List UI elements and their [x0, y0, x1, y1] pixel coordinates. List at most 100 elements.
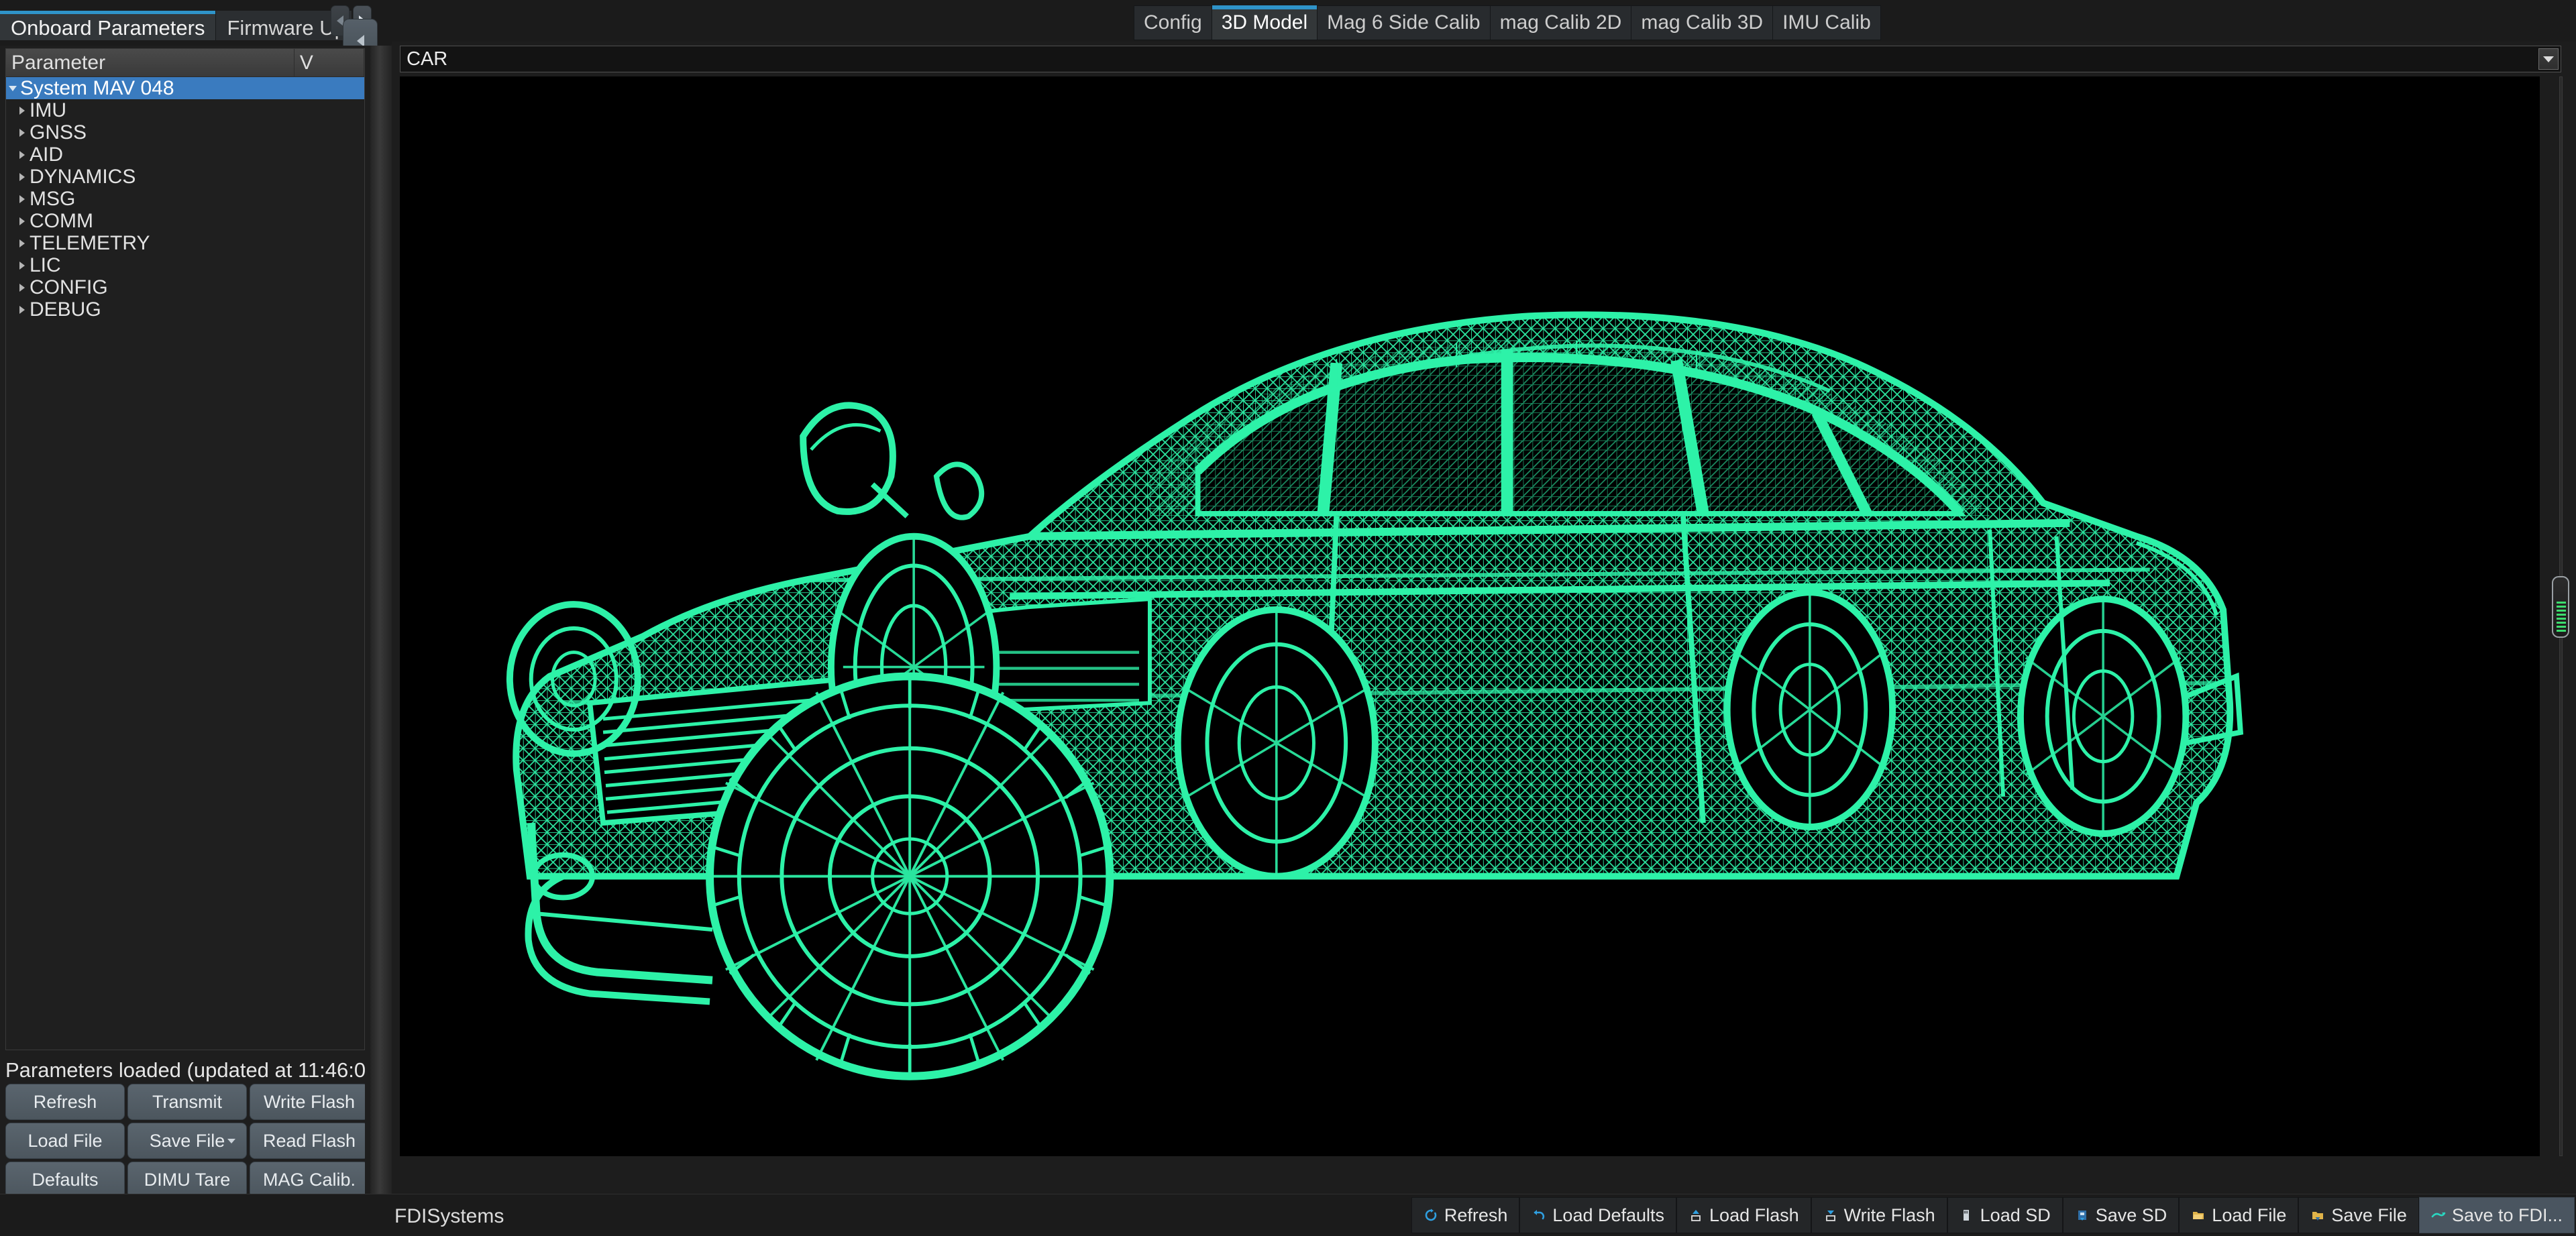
status-save-to-fdi-button[interactable]: Save to FDI... — [2419, 1197, 2575, 1233]
brand-label: FDISystems — [394, 1205, 504, 1228]
button-label: Refresh — [34, 1092, 97, 1113]
car-wireframe-model — [400, 76, 2540, 1156]
model-zoom-slider[interactable] — [2551, 76, 2571, 1156]
button-label: Load File — [2212, 1205, 2286, 1226]
button-label: Load File — [28, 1131, 102, 1151]
status-write-flash-button[interactable]: Write Flash — [1811, 1197, 1947, 1233]
tree-item-telemetry[interactable]: TELEMETRY — [6, 232, 364, 254]
slider-handle[interactable] — [2552, 576, 2569, 638]
chevron-right-icon[interactable] — [15, 151, 29, 159]
tab-label: Config — [1144, 11, 1202, 34]
column-header-parameter[interactable]: Parameter — [6, 49, 294, 76]
chevron-right-icon[interactable] — [15, 306, 29, 314]
sd-card-icon — [1960, 1207, 1974, 1223]
button-label: Save File — [150, 1131, 225, 1151]
status-load-file-button[interactable]: Load File — [2179, 1197, 2298, 1233]
status-load-flash-button[interactable]: Load Flash — [1676, 1197, 1811, 1233]
write-flash-button[interactable]: Write Flash — [250, 1084, 365, 1120]
parameters-action-buttons: Refresh Transmit Write Flash Load File S… — [5, 1084, 365, 1194]
save-file-button[interactable]: Save File — [127, 1123, 247, 1159]
left-tab-strip: Onboard Parameters Firmware Upd — [0, 5, 352, 40]
tree-item-label: GNSS — [29, 121, 87, 144]
tab-mag-calib-2d[interactable]: mag Calib 2D — [1491, 6, 1632, 40]
model-select-combobox[interactable]: CAR — [400, 46, 2561, 72]
tree-item-label: IMU — [29, 99, 66, 122]
mag-calib-button[interactable]: MAG Calib. — [250, 1162, 365, 1194]
tree-item-debug[interactable]: DEBUG — [6, 298, 364, 321]
car-mid-wheel — [1178, 610, 1375, 877]
status-load-sd-button[interactable]: Load SD — [1947, 1197, 2063, 1233]
tree-item-label: CONFIG — [29, 276, 108, 299]
center-tabs: Config 3D Model Mag 6 Side Calib mag Cal… — [1134, 5, 1881, 40]
refresh-button[interactable]: Refresh — [5, 1084, 125, 1120]
tab-label: 3D Model — [1222, 11, 1307, 34]
status-bar-actions: Refresh Load Defaults Load Flash Write F… — [1411, 1197, 2575, 1233]
button-label: Load SD — [1980, 1205, 2051, 1226]
tree-item-msg[interactable]: MSG — [6, 188, 364, 210]
button-label: Read Flash — [263, 1131, 356, 1151]
tab-label: Mag 6 Side Calib — [1327, 11, 1480, 34]
tab-3d-model[interactable]: 3D Model — [1212, 6, 1318, 40]
button-label: DIMU Tare — [144, 1170, 231, 1190]
undo-icon — [1532, 1207, 1546, 1223]
status-load-defaults-button[interactable]: Load Defaults — [1519, 1197, 1676, 1233]
tree-item-imu[interactable]: IMU — [6, 99, 364, 121]
tab-mag-6-side-calib[interactable]: Mag 6 Side Calib — [1318, 6, 1490, 40]
parameters-status-text: Parameters loaded (updated at 11:46:0 — [5, 1057, 365, 1084]
tab-onboard-parameters[interactable]: Onboard Parameters — [0, 11, 216, 40]
button-label: Transmit — [152, 1092, 222, 1113]
slider-grip-icon — [2557, 602, 2566, 632]
load-file-button[interactable]: Load File — [5, 1123, 125, 1159]
chevron-right-icon[interactable] — [15, 284, 29, 292]
parameters-panel: Parameter V System MAV 048 IMU GNSS AID — [0, 46, 370, 1194]
chevron-down-icon[interactable] — [227, 1139, 235, 1143]
upload-chip-icon — [1688, 1207, 1703, 1223]
3d-model-viewport[interactable] — [400, 76, 2540, 1156]
tree-item-system-mav-048[interactable]: System MAV 048 — [6, 77, 364, 99]
status-save-sd-button[interactable]: Save SD — [2063, 1197, 2180, 1233]
status-refresh-button[interactable]: Refresh — [1411, 1197, 1520, 1233]
top-bar: Onboard Parameters Firmware Upd Config 3… — [0, 0, 2576, 46]
read-flash-button[interactable]: Read Flash — [250, 1123, 365, 1159]
parameter-tree-table[interactable]: Parameter V System MAV 048 IMU GNSS AID — [5, 48, 365, 1050]
chevron-down-icon[interactable] — [2538, 48, 2559, 70]
tab-label: mag Calib 3D — [1641, 11, 1763, 34]
transmit-button[interactable]: Transmit — [127, 1084, 247, 1120]
car-mirror — [803, 405, 981, 517]
button-label: Save SD — [2096, 1205, 2167, 1226]
panel-splitter[interactable] — [370, 46, 392, 1194]
tree-item-dynamics[interactable]: DYNAMICS — [6, 166, 364, 188]
status-save-file-button[interactable]: Save File — [2298, 1197, 2419, 1233]
chevron-right-icon[interactable] — [15, 195, 29, 203]
chevron-right-icon[interactable] — [15, 129, 29, 137]
download-chip-icon — [1823, 1207, 1838, 1223]
tree-item-config[interactable]: CONFIG — [6, 276, 364, 298]
button-label: Save File — [2331, 1205, 2407, 1226]
dimu-tare-button[interactable]: DIMU Tare — [127, 1162, 247, 1194]
tab-label: IMU Calib — [1782, 11, 1871, 34]
chevron-right-icon[interactable] — [15, 239, 29, 247]
chevron-right-icon[interactable] — [15, 217, 29, 225]
chevron-right-icon[interactable] — [15, 262, 29, 270]
chevron-right-icon[interactable] — [15, 107, 29, 115]
tab-imu-calib[interactable]: IMU Calib — [1773, 6, 1880, 40]
car-front-wheel — [710, 676, 1110, 1076]
tab-config[interactable]: Config — [1134, 6, 1212, 40]
button-label: Refresh — [1444, 1205, 1508, 1226]
tree-item-gnss[interactable]: GNSS — [6, 121, 364, 144]
tree-item-comm[interactable]: COMM — [6, 210, 364, 232]
tree-item-label: DYNAMICS — [29, 166, 136, 188]
tab-mag-calib-3d[interactable]: mag Calib 3D — [1631, 6, 1773, 40]
model-view-panel: CAR — [392, 42, 2576, 1194]
column-header-value[interactable]: V — [294, 49, 364, 76]
defaults-button[interactable]: Defaults — [5, 1162, 125, 1194]
tree-item-label: System MAV 048 — [19, 77, 174, 100]
button-label: Load Flash — [1709, 1205, 1799, 1226]
tree-item-lic[interactable]: LIC — [6, 254, 364, 276]
tree-item-aid[interactable]: AID — [6, 144, 364, 166]
refresh-icon — [1424, 1207, 1438, 1223]
folder-open-icon — [2191, 1207, 2206, 1223]
chevron-down-icon[interactable] — [6, 86, 19, 91]
button-label: Write Flash — [1844, 1205, 1935, 1226]
chevron-right-icon[interactable] — [15, 173, 29, 181]
